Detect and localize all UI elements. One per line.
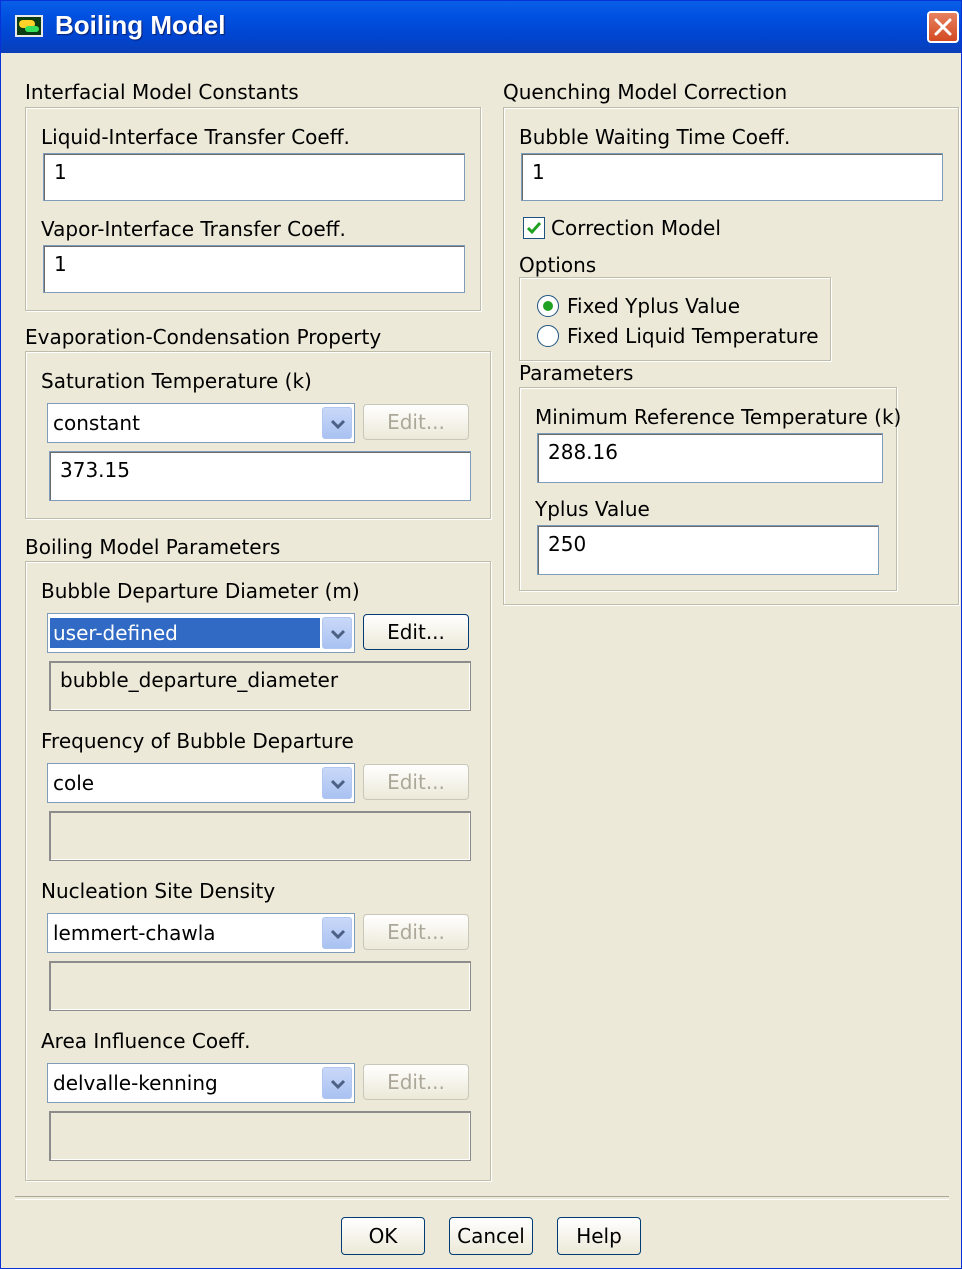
bubble-diameter-udf-field: bubble_departure_diameter bbox=[49, 661, 471, 711]
close-button[interactable] bbox=[927, 11, 959, 43]
min-ref-temp-input[interactable]: 288.16 bbox=[537, 433, 883, 483]
saturation-temp-input[interactable]: 373.15 bbox=[49, 451, 471, 501]
nucleation-density-method-value: lemmert-chawla bbox=[53, 921, 216, 945]
options-group bbox=[519, 277, 831, 361]
fixed-liquid-temp-radio[interactable] bbox=[537, 325, 559, 347]
bubble-waiting-input[interactable]: 1 bbox=[521, 153, 943, 201]
checkmark-icon bbox=[526, 222, 542, 235]
bubble-diameter-method-value: user-defined bbox=[50, 618, 320, 648]
area-influence-method-value: delvalle-kenning bbox=[53, 1071, 218, 1095]
vapor-coeff-input[interactable]: 1 bbox=[43, 245, 465, 293]
bubble-waiting-label: Bubble Waiting Time Coeff. bbox=[519, 125, 791, 149]
liquid-coeff-label: Liquid-Interface Transfer Coeff. bbox=[41, 125, 350, 149]
fixed-yplus-label[interactable]: Fixed Yplus Value bbox=[567, 294, 740, 318]
bubble-diameter-edit-button[interactable]: Edit... bbox=[363, 614, 469, 650]
saturation-temp-edit-button[interactable]: Edit... bbox=[363, 404, 469, 440]
cancel-button[interactable]: Cancel bbox=[449, 1217, 533, 1255]
radio-selected-dot bbox=[543, 301, 553, 311]
quenching-group-title: Quenching Model Correction bbox=[503, 80, 788, 104]
saturation-temp-method-select[interactable]: constant bbox=[47, 403, 355, 443]
options-group-title: Options bbox=[519, 253, 597, 277]
dropdown-button[interactable] bbox=[322, 407, 352, 439]
nucleation-density-field bbox=[49, 961, 471, 1011]
window-title: Boiling Model bbox=[55, 10, 226, 40]
area-influence-method-select[interactable]: delvalle-kenning bbox=[47, 1063, 355, 1103]
footer-separator bbox=[15, 1196, 949, 1200]
close-icon bbox=[934, 18, 952, 36]
dropdown-button[interactable] bbox=[322, 617, 352, 649]
boiling-model-dialog: Boiling Model Interfacial Model Constant… bbox=[0, 0, 962, 1269]
dropdown-button[interactable] bbox=[322, 1067, 352, 1099]
saturation-temp-method-value: constant bbox=[53, 411, 140, 435]
nucleation-density-method-select[interactable]: lemmert-chawla bbox=[47, 913, 355, 953]
dropdown-button[interactable] bbox=[322, 917, 352, 949]
yplus-value-label: Yplus Value bbox=[535, 497, 650, 521]
evaporation-group-title: Evaporation-Condensation Property bbox=[25, 325, 382, 349]
bubble-frequency-label: Frequency of Bubble Departure bbox=[41, 729, 354, 753]
bubble-diameter-method-select[interactable]: user-defined bbox=[47, 613, 355, 653]
correction-model-checkbox[interactable] bbox=[523, 217, 545, 239]
bubble-frequency-method-select[interactable]: cole bbox=[47, 763, 355, 803]
saturation-temp-label: Saturation Temperature (k) bbox=[41, 369, 312, 393]
bubble-frequency-method-value: cole bbox=[53, 771, 95, 795]
dropdown-button[interactable] bbox=[322, 767, 352, 799]
bubble-frequency-edit-button[interactable]: Edit... bbox=[363, 764, 469, 800]
boiling-group-title: Boiling Model Parameters bbox=[25, 535, 281, 559]
fixed-yplus-radio[interactable] bbox=[537, 295, 559, 317]
min-ref-temp-label: Minimum Reference Temperature (k) bbox=[535, 405, 902, 429]
area-influence-label: Area Influence Coeff. bbox=[41, 1029, 251, 1053]
chevron-down-icon bbox=[330, 419, 346, 430]
area-influence-edit-button[interactable]: Edit... bbox=[363, 1064, 469, 1100]
fixed-liquid-temp-label[interactable]: Fixed Liquid Temperature bbox=[567, 324, 819, 348]
chevron-down-icon bbox=[330, 629, 346, 640]
nucleation-density-label: Nucleation Site Density bbox=[41, 879, 276, 903]
nucleation-density-edit-button[interactable]: Edit... bbox=[363, 914, 469, 950]
chevron-down-icon bbox=[330, 1079, 346, 1090]
bubble-diameter-label: Bubble Departure Diameter (m) bbox=[41, 579, 360, 603]
ok-button[interactable]: OK bbox=[341, 1217, 425, 1255]
fluent-app-icon bbox=[15, 15, 43, 37]
area-influence-field bbox=[49, 1111, 471, 1161]
parameters-group-title: Parameters bbox=[519, 361, 634, 385]
chevron-down-icon bbox=[330, 779, 346, 790]
chevron-down-icon bbox=[330, 929, 346, 940]
correction-model-label[interactable]: Correction Model bbox=[551, 216, 721, 240]
bubble-frequency-field bbox=[49, 811, 471, 861]
title-bar[interactable]: Boiling Model bbox=[1, 1, 961, 53]
interfacial-group-title: Interfacial Model Constants bbox=[25, 80, 299, 104]
liquid-coeff-input[interactable]: 1 bbox=[43, 153, 465, 201]
vapor-coeff-label: Vapor-Interface Transfer Coeff. bbox=[41, 217, 346, 241]
help-button[interactable]: Help bbox=[557, 1217, 641, 1255]
yplus-value-input[interactable]: 250 bbox=[537, 525, 879, 575]
